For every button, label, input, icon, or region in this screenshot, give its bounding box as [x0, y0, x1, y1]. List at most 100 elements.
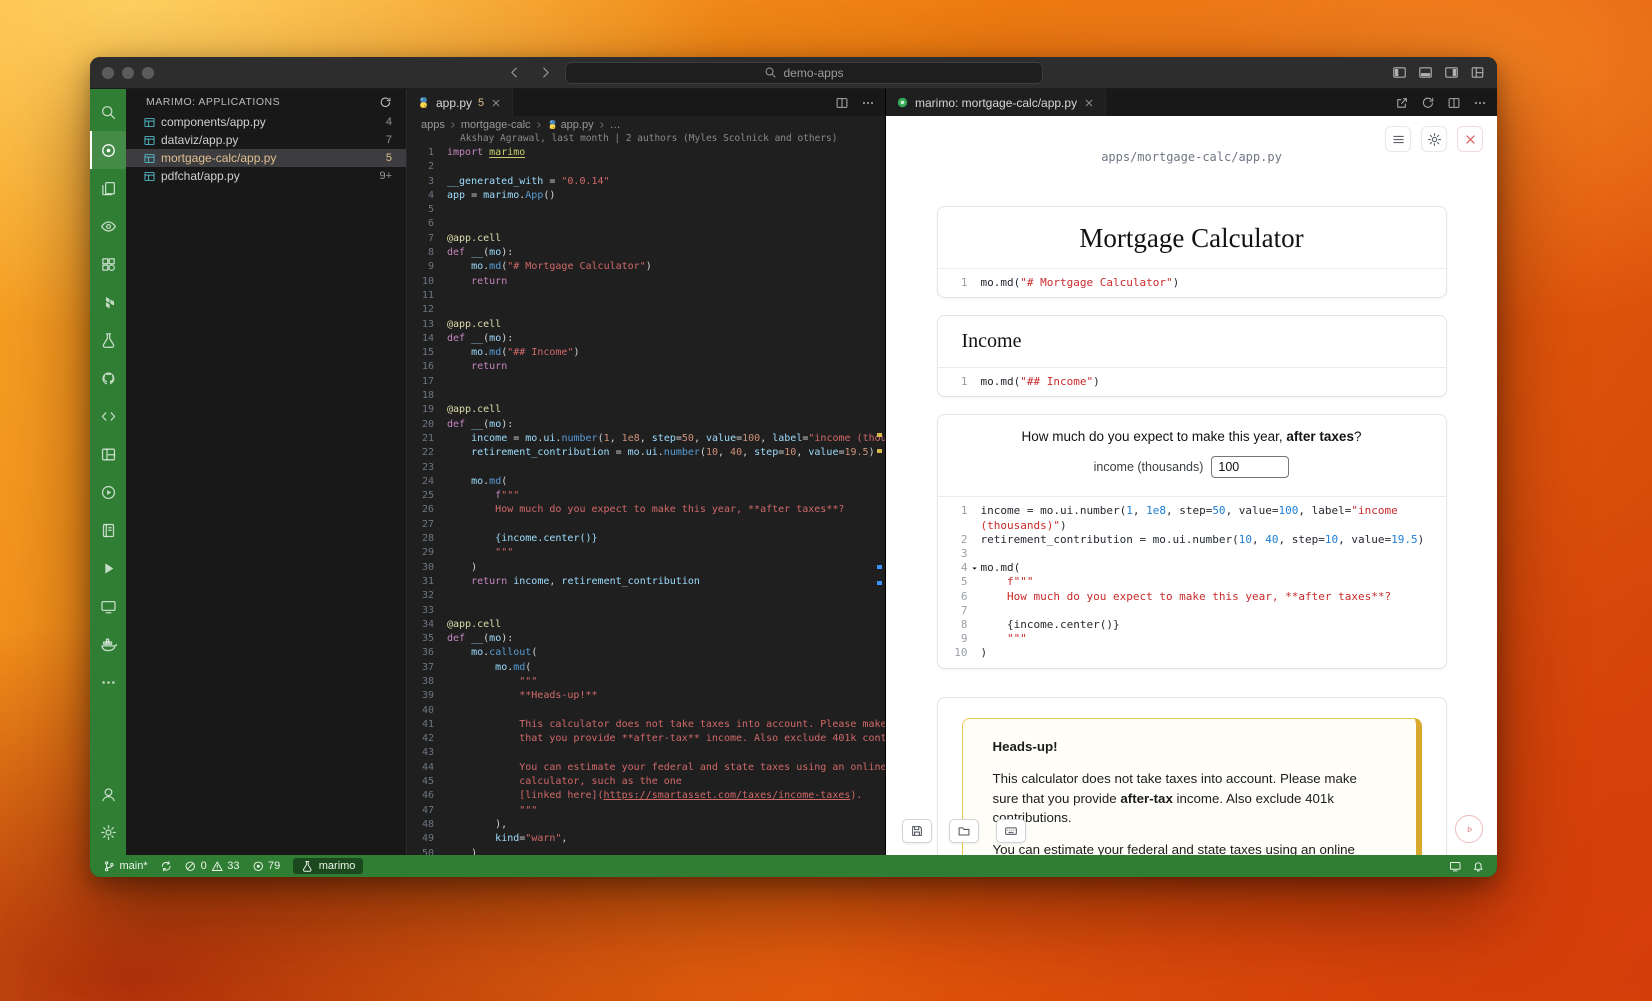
- code-line[interactable]: 25 f""": [407, 489, 885, 503]
- folder-icon[interactable]: [949, 819, 979, 843]
- screencast-item[interactable]: [1444, 860, 1467, 873]
- zoom-window-button[interactable]: [142, 67, 154, 79]
- breadcrumb-symbol[interactable]: …: [610, 119, 621, 131]
- cell-code[interactable]: 1mo.md("# Mortgage Calculator"): [938, 268, 1446, 297]
- activitybar-github-icon[interactable]: [90, 359, 126, 397]
- code-line[interactable]: 38 """: [407, 675, 885, 689]
- open-in-browser-icon[interactable]: [1395, 96, 1409, 110]
- history-forward-icon[interactable]: [538, 65, 553, 80]
- sidebar-item-dataviz-app-py[interactable]: dataviz/app.py7: [126, 131, 406, 149]
- code-line[interactable]: 26 How much do you expect to make this y…: [407, 503, 885, 517]
- code-line[interactable]: 40: [407, 704, 885, 718]
- code-line[interactable]: 42 that you provide **after-tax** income…: [407, 732, 885, 746]
- tab-marimo-preview[interactable]: marimo: mortgage-calc/app.py: [886, 89, 1106, 116]
- menu-icon[interactable]: [1385, 126, 1411, 152]
- code-line[interactable]: 33: [407, 604, 885, 618]
- code-line[interactable]: 31 return income, retirement_contributio…: [407, 575, 885, 589]
- more-actions-icon[interactable]: [861, 96, 875, 110]
- close-tab-icon[interactable]: [490, 97, 502, 109]
- command-center[interactable]: demo-apps: [565, 62, 1043, 84]
- shutdown-kernel-icon[interactable]: [1457, 126, 1483, 152]
- activitybar-terraform-icon[interactable]: [90, 283, 126, 321]
- code-line[interactable]: 30 ): [407, 561, 885, 575]
- cell-code[interactable]: 1mo.md("## Income"): [938, 367, 1446, 396]
- save-icon[interactable]: [902, 819, 932, 843]
- code-line[interactable]: 36 mo.callout(: [407, 646, 885, 660]
- code-line[interactable]: 7@app.cell: [407, 232, 885, 246]
- activitybar-run-icon[interactable]: [90, 549, 126, 587]
- cell-code[interactable]: 1income = mo.ui.number(1, 1e8, step=50, …: [938, 496, 1446, 667]
- notifications-item[interactable]: [1467, 860, 1490, 873]
- toggle-sidebar-icon[interactable]: [1392, 65, 1407, 80]
- sidebar-item-components-app-py[interactable]: components/app.py4: [126, 113, 406, 131]
- activitybar-devices-icon[interactable]: [90, 587, 126, 625]
- activitybar-beaker-icon[interactable]: [90, 321, 126, 359]
- code-line[interactable]: 45 calculator, such as the one: [407, 775, 885, 789]
- code-editor[interactable]: Akshay Agrawal, last month | 2 authors (…: [407, 133, 885, 855]
- code-line[interactable]: 22 retirement_contribution = mo.ui.numbe…: [407, 446, 885, 460]
- minimize-window-button[interactable]: [122, 67, 134, 79]
- activitybar-notebook-icon[interactable]: [90, 511, 126, 549]
- sync-changes-item[interactable]: [155, 855, 178, 877]
- marimo-status-item[interactable]: marimo: [293, 858, 363, 874]
- code-line[interactable]: 41 This calculator does not take taxes i…: [407, 718, 885, 732]
- code-line[interactable]: 17: [407, 375, 885, 389]
- problems-item[interactable]: 0 33: [179, 855, 244, 877]
- code-line[interactable]: 27: [407, 518, 885, 532]
- code-line[interactable]: 6: [407, 217, 885, 231]
- code-line[interactable]: 47 """: [407, 804, 885, 818]
- activitybar-more-icon[interactable]: [90, 663, 126, 701]
- code-line[interactable]: 49 kind="warn",: [407, 832, 885, 846]
- code-line[interactable]: 44 You can estimate your federal and sta…: [407, 761, 885, 775]
- code-line[interactable]: 48 ),: [407, 818, 885, 832]
- code-line[interactable]: 10 return: [407, 275, 885, 289]
- code-line[interactable]: 5: [407, 203, 885, 217]
- code-line[interactable]: 28 {income.center()}: [407, 532, 885, 546]
- activitybar-account-icon[interactable]: [90, 775, 126, 813]
- code-line[interactable]: 34@app.cell: [407, 618, 885, 632]
- code-line[interactable]: 39 **Heads-up!**: [407, 689, 885, 703]
- tab-app-py[interactable]: app.py 5: [407, 89, 513, 116]
- code-line[interactable]: 23: [407, 461, 885, 475]
- activitybar-run-circle-icon[interactable]: [90, 473, 126, 511]
- activitybar-marimo-icon[interactable]: [90, 131, 126, 169]
- breadcrumb-apps[interactable]: apps: [421, 119, 445, 131]
- code-line[interactable]: 24 mo.md(: [407, 475, 885, 489]
- code-line[interactable]: 20def __(mo):: [407, 418, 885, 432]
- close-tab-icon[interactable]: [1083, 97, 1095, 109]
- run-cells-button[interactable]: [1455, 815, 1483, 843]
- code-line[interactable]: 29 """: [407, 546, 885, 560]
- activitybar-extensions-icon[interactable]: [90, 245, 126, 283]
- reload-preview-icon[interactable]: [1421, 96, 1435, 110]
- toggle-secondary-sidebar-icon[interactable]: [1444, 65, 1459, 80]
- code-line[interactable]: 2: [407, 160, 885, 174]
- git-branch-item[interactable]: main*: [98, 855, 153, 877]
- code-line[interactable]: 14def __(mo):: [407, 332, 885, 346]
- activitybar-docker-icon[interactable]: [90, 625, 126, 663]
- code-line[interactable]: 15 mo.md("## Income"): [407, 346, 885, 360]
- split-editor-icon[interactable]: [1447, 96, 1461, 110]
- code-line[interactable]: 35def __(mo):: [407, 632, 885, 646]
- notebook-settings-icon[interactable]: [1421, 126, 1447, 152]
- code-line[interactable]: 13@app.cell: [407, 318, 885, 332]
- activitybar-settings-gear-icon[interactable]: [90, 813, 126, 851]
- customize-layout-icon[interactable]: [1470, 65, 1485, 80]
- split-editor-icon[interactable]: [835, 96, 849, 110]
- code-line[interactable]: 18: [407, 389, 885, 403]
- fold-chevron-icon[interactable]: [968, 561, 981, 575]
- code-line[interactable]: 1import marimo: [407, 146, 885, 160]
- sidebar-item-mortgage-calc-app-py[interactable]: mortgage-calc/app.py5: [126, 149, 406, 167]
- close-window-button[interactable]: [102, 67, 114, 79]
- activitybar-preview-icon[interactable]: [90, 207, 126, 245]
- code-line[interactable]: 50 ): [407, 847, 885, 855]
- code-line[interactable]: 43: [407, 746, 885, 760]
- income-input[interactable]: [1211, 456, 1289, 478]
- breadcrumb-folder[interactable]: mortgage-calc: [461, 119, 531, 131]
- code-line[interactable]: 8def __(mo):: [407, 246, 885, 260]
- code-line[interactable]: 46 [linked here](https://smartasset.com/…: [407, 789, 885, 803]
- activitybar-search-icon[interactable]: [90, 93, 126, 131]
- refresh-icon[interactable]: [379, 96, 392, 109]
- code-line[interactable]: 3__generated_with = "0.0.14": [407, 175, 885, 189]
- code-line[interactable]: 16 return: [407, 360, 885, 374]
- history-back-icon[interactable]: [507, 65, 522, 80]
